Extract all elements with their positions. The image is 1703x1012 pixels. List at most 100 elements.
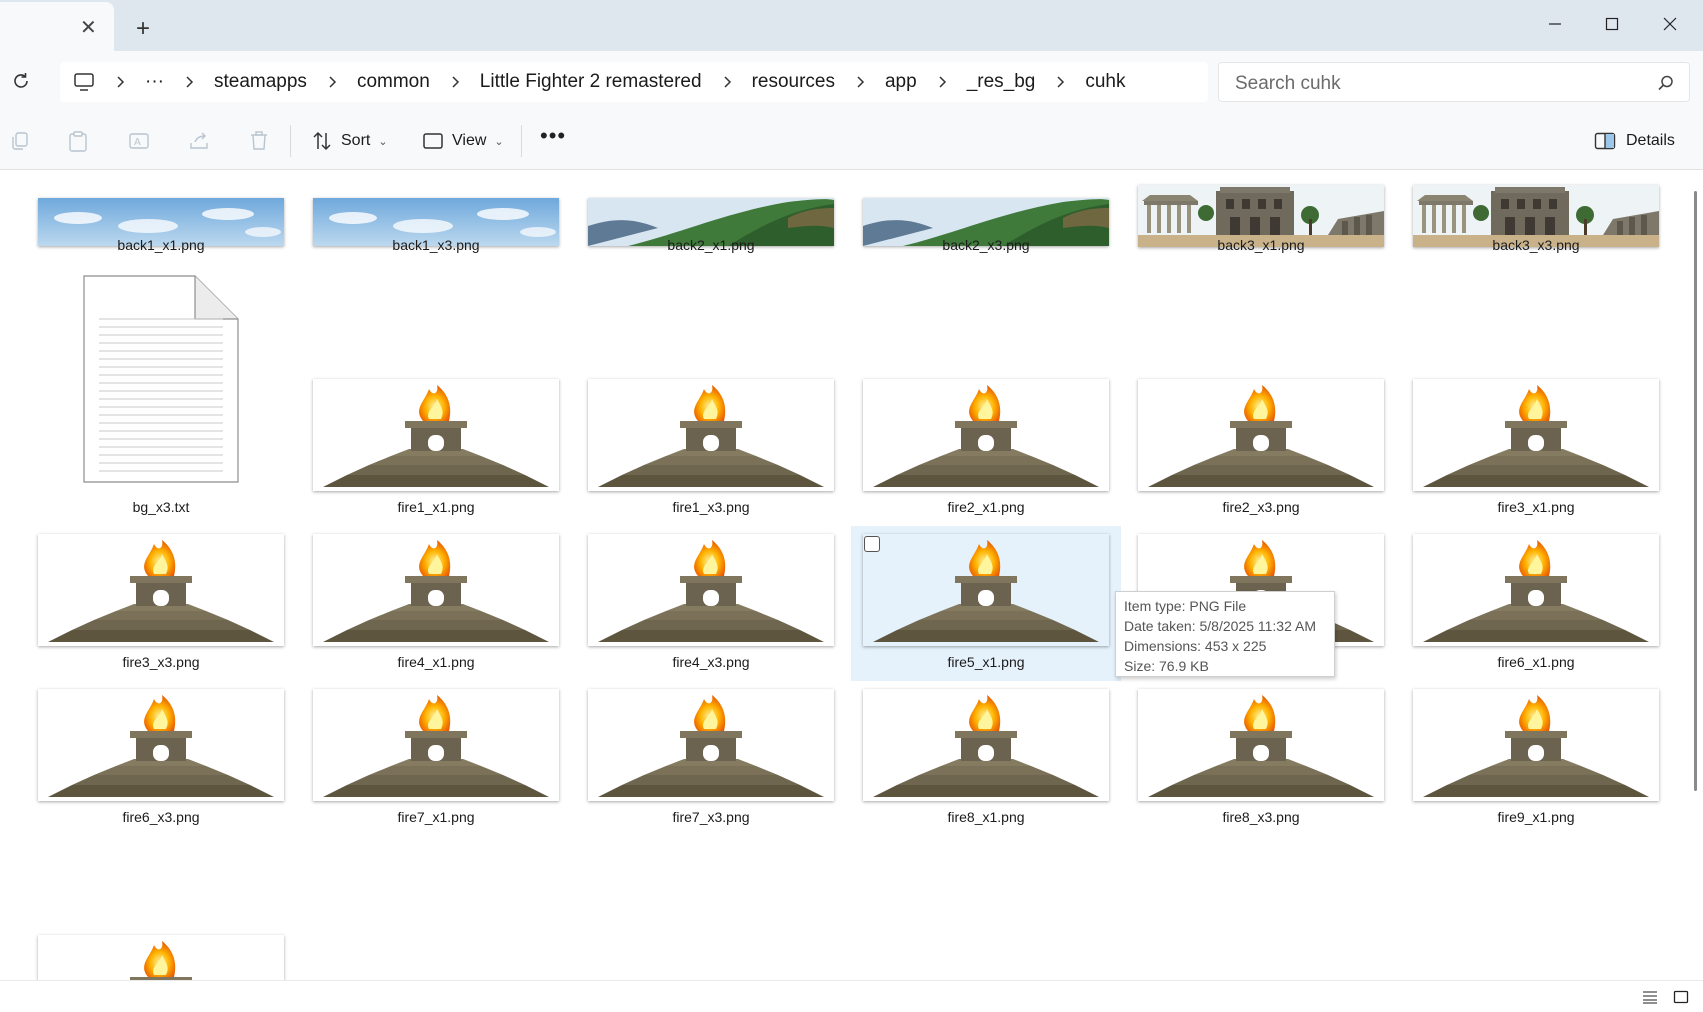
file-item[interactable]: fire7_x1.png [301, 681, 571, 836]
file-item[interactable]: back3_x3.png [1401, 171, 1671, 269]
file-name: fire5_x1.png [947, 654, 1025, 670]
delete-icon[interactable] [247, 129, 271, 153]
image-thumbnail [313, 534, 559, 646]
paste-icon[interactable] [66, 129, 90, 153]
file-item[interactable]: fire4_x3.png [576, 526, 846, 681]
chevron-right-icon[interactable] [115, 76, 125, 88]
file-grid: back1_x1.png back1_x3.png back2_x1.png back… [0, 171, 1690, 980]
file-item[interactable]: back2_x1.png [576, 171, 846, 269]
file-name: back2_x3.png [942, 237, 1030, 253]
file-name: fire8_x3.png [1222, 809, 1300, 825]
file-item[interactable]: fire1_x3.png [576, 371, 846, 526]
select-checkbox[interactable] [864, 536, 880, 552]
refresh-icon[interactable] [10, 70, 32, 92]
file-name: fire8_x1.png [947, 809, 1025, 825]
chevron-right-icon[interactable] [1055, 76, 1065, 88]
file-item[interactable]: fire8_x1.png [851, 681, 1121, 836]
sort-label: Sort [341, 132, 371, 149]
details-view-icon[interactable] [1642, 990, 1658, 1004]
file-item[interactable]: fire7_x3.png [576, 681, 846, 836]
details-button[interactable]: Details [1594, 125, 1675, 157]
breadcrumb-item[interactable]: steamapps [214, 71, 307, 93]
close-window-button[interactable] [1650, 8, 1690, 40]
breadcrumb-item[interactable]: _res_bg [967, 71, 1036, 93]
search-box[interactable]: Search cuhk [1218, 62, 1690, 102]
address-bar[interactable]: ··· steamapps common Little Fighter 2 rema… [60, 62, 1208, 102]
minimize-button[interactable] [1535, 8, 1575, 40]
rename-icon[interactable]: A [127, 129, 151, 153]
chevron-right-icon[interactable] [937, 76, 947, 88]
view-button[interactable]: View ⌄ [422, 125, 504, 157]
title-bar: ✕ + [0, 0, 1703, 51]
image-thumbnail [38, 689, 284, 801]
breadcrumb-overflow[interactable]: ··· [145, 71, 164, 93]
view-label: View [452, 132, 487, 149]
file-item[interactable]: fire4_x1.png [301, 526, 571, 681]
maximize-button[interactable] [1592, 8, 1632, 40]
file-item[interactable]: back1_x3.png [301, 171, 571, 269]
file-item[interactable]: fire3_x1.png [1401, 371, 1671, 526]
file-item[interactable]: fire1_x1.png [301, 371, 571, 526]
close-icon [1663, 17, 1677, 31]
file-name: fire2_x1.png [947, 499, 1025, 515]
this-pc-icon[interactable] [73, 72, 95, 92]
share-icon[interactable] [187, 129, 211, 153]
vertical-scrollbar[interactable] [1690, 171, 1703, 980]
file-item[interactable]: back3_x1.png [1126, 171, 1396, 269]
sort-button[interactable]: Sort ⌄ [311, 125, 388, 157]
file-item[interactable]: back2_x3.png [851, 171, 1121, 269]
file-item[interactable]: back1_x1.png [26, 171, 296, 269]
new-tab-button[interactable]: + [136, 17, 150, 41]
file-item[interactable]: fire2_x3.png [1126, 371, 1396, 526]
active-tab[interactable]: ✕ [0, 2, 114, 51]
search-placeholder[interactable]: Search cuhk [1235, 73, 1341, 95]
more-options-button[interactable]: ••• [540, 125, 566, 147]
details-label: Details [1626, 132, 1675, 149]
toolbar-divider [521, 125, 522, 157]
image-thumbnail [38, 534, 284, 646]
large-icons-view-icon[interactable] [1673, 990, 1689, 1004]
chevron-right-icon[interactable] [722, 76, 732, 88]
file-name: back1_x1.png [117, 237, 205, 253]
image-thumbnail [863, 689, 1109, 801]
copy-icon[interactable] [8, 129, 32, 153]
file-item[interactable]: fire9_x1.png [1401, 681, 1671, 836]
toolbar-divider [290, 125, 291, 157]
image-thumbnail [313, 689, 559, 801]
breadcrumb-item[interactable]: Little Fighter 2 remastered [480, 71, 702, 93]
file-item[interactable]: fire6_x1.png [1401, 526, 1671, 681]
chevron-right-icon[interactable] [184, 76, 194, 88]
tab-close-button[interactable]: ✕ [80, 18, 97, 38]
file-item[interactable]: fire3_x3.png [26, 526, 296, 681]
file-item[interactable]: fire6_x3.png [26, 681, 296, 836]
chevron-right-icon[interactable] [450, 76, 460, 88]
chevron-right-icon[interactable] [327, 76, 337, 88]
file-item[interactable] [26, 925, 296, 980]
file-name: fire4_x1.png [397, 654, 475, 670]
breadcrumb: steamapps common Little Fighter 2 remaster… [164, 71, 1126, 93]
image-thumbnail [1413, 534, 1659, 646]
image-thumbnail [863, 379, 1109, 491]
tooltip-date-taken: Date taken: 5/8/2025 11:32 AM [1124, 618, 1316, 634]
file-name: back3_x3.png [1492, 237, 1580, 253]
breadcrumb-item[interactable]: resources [752, 71, 835, 93]
file-item[interactable]: fire8_x3.png [1126, 681, 1396, 836]
breadcrumb-item[interactable]: cuhk [1085, 71, 1125, 93]
sort-icon [313, 131, 331, 151]
file-item[interactable]: fire5_x1.png [851, 526, 1121, 681]
search-icon[interactable] [1657, 74, 1675, 92]
chevron-right-icon[interactable] [855, 76, 865, 88]
breadcrumb-item[interactable]: app [885, 71, 917, 93]
image-thumbnail [588, 534, 834, 646]
file-item[interactable]: bg_x3.txt [26, 275, 296, 525]
file-item[interactable]: fire2_x1.png [851, 371, 1121, 526]
image-thumbnail [1413, 689, 1659, 801]
scrollbar-thumb[interactable] [1694, 191, 1697, 791]
file-name: fire7_x3.png [672, 809, 750, 825]
breadcrumb-item[interactable]: common [357, 71, 430, 93]
file-name: fire9_x1.png [1497, 809, 1575, 825]
view-icon [423, 133, 443, 149]
file-name: back2_x1.png [667, 237, 755, 253]
image-thumbnail [588, 689, 834, 801]
file-name: back3_x1.png [1217, 237, 1305, 253]
